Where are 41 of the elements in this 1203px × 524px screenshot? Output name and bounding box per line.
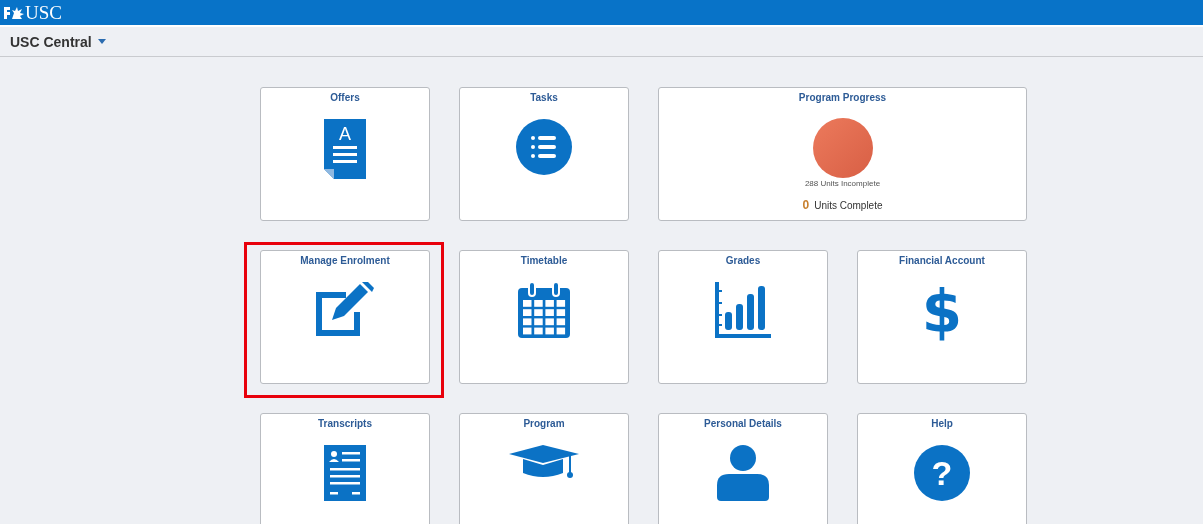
tile-title: Transcripts xyxy=(318,418,372,429)
caret-icon xyxy=(97,39,106,44)
person-icon xyxy=(717,445,769,501)
tile-title: Program xyxy=(523,418,565,429)
transcript-icon xyxy=(324,445,366,501)
tile-title: Tasks xyxy=(530,92,558,103)
tile[interactable]: Offers A xyxy=(260,87,430,221)
leaf-logo-icon xyxy=(4,5,24,20)
tile-title: Timetable xyxy=(520,255,568,266)
document-icon: A xyxy=(324,119,366,179)
units-complete-count: 0 xyxy=(802,198,810,212)
progress-circle xyxy=(812,118,873,178)
tile-title: Help xyxy=(931,418,953,429)
logo-text: USC xyxy=(25,3,62,22)
tile[interactable]: Tasks xyxy=(459,87,629,221)
units-incomplete-label: 288 Units Incomplete xyxy=(804,179,881,188)
tile-title: Offers xyxy=(330,92,360,103)
tile[interactable]: Grades xyxy=(658,250,828,384)
graduation-cap-icon xyxy=(509,445,579,481)
tile[interactable]: Program xyxy=(459,413,629,524)
bar-chart-icon xyxy=(715,282,771,338)
tile[interactable]: Manage Enrolment xyxy=(260,250,430,384)
tile[interactable]: Timetable xyxy=(459,250,629,384)
tile[interactable]: Personal Details xyxy=(658,413,828,524)
list-icon xyxy=(516,119,572,175)
tile-title: Grades xyxy=(725,255,761,266)
app-title-dropdown[interactable]: USC Central xyxy=(10,33,106,50)
edit-icon xyxy=(316,282,374,336)
calendar-icon xyxy=(518,282,570,338)
tile-title: Personal Details xyxy=(704,418,782,429)
dollar-icon: $ xyxy=(921,282,963,342)
tile[interactable]: Help ? xyxy=(857,413,1027,524)
help-icon: ? xyxy=(914,445,970,501)
tile-title: Program Progress xyxy=(798,92,887,103)
tile[interactable]: Program Progress 288 Units Incomplete 0 Units Complete xyxy=(658,87,1027,221)
tile[interactable]: Transcripts xyxy=(260,413,430,524)
tile-title: Financial Account xyxy=(899,255,985,266)
logo[interactable]: USC xyxy=(4,3,62,22)
units-complete-label: Units Complete xyxy=(814,200,883,211)
tile[interactable]: Financial Account $ xyxy=(857,250,1027,384)
tile-title: Manage Enrolment xyxy=(300,255,390,266)
